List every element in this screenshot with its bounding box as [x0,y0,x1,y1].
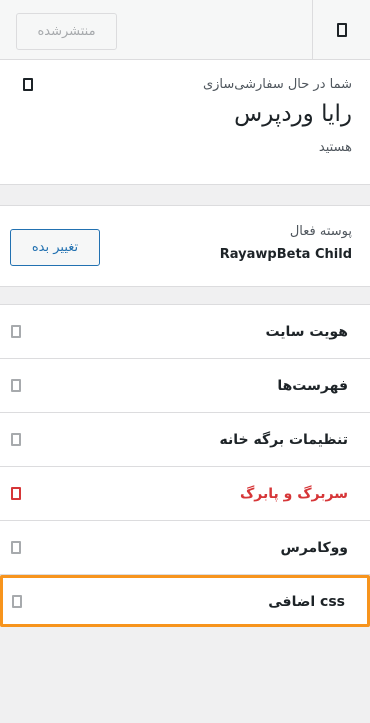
close-icon [336,22,347,37]
info-post-text: هستید [318,140,352,155]
menu-item-label: هویت سایت [265,323,348,340]
customizing-info-panel: شما در حال سفارشی‌سازی رایا وردپرس هستید [0,60,370,185]
chevron-icon [11,325,21,338]
menu-item-label: css اضافی [268,593,345,610]
menu-item-label: سربرگ و پابرگ [239,485,348,502]
menu-item-site-identity[interactable]: هویت سایت [0,305,370,359]
customizer-header: منتشرشده [0,0,370,60]
menu-item-woocommerce[interactable]: ووکامرس [0,521,370,575]
help-icon[interactable] [23,78,33,91]
active-theme-panel: پوسته فعال RayawpBeta Child تغییر بده [0,205,370,287]
chevron-icon [12,595,22,608]
menu-item-label: ووکامرس [280,539,349,556]
menu-item-menus[interactable]: فهرست‌ها [0,359,370,413]
menu-item-label: تنظیمات برگه خانه [219,431,348,448]
menu-item-header-footer[interactable]: سربرگ و پابرگ [0,467,370,521]
chevron-icon [11,541,21,554]
chevron-icon [11,487,21,500]
chevron-icon [11,379,21,392]
active-theme-label: پوسته فعال [289,224,352,239]
info-pre-text: شما در حال سفارشی‌سازی [202,77,352,92]
publish-button[interactable]: منتشرشده [16,13,117,50]
close-button[interactable] [312,0,370,59]
site-title: رایا وردپرس [234,101,352,127]
chevron-icon [11,433,21,446]
change-theme-button[interactable]: تغییر بده [10,229,100,266]
customizer-menu: هویت سایت فهرست‌ها تنظیمات برگه خانه سرب… [0,304,370,627]
active-theme-name: RayawpBeta Child [219,247,352,262]
menu-item-homepage-settings[interactable]: تنظیمات برگه خانه [0,413,370,467]
menu-item-additional-css[interactable]: css اضافی [0,575,370,627]
menu-item-label: فهرست‌ها [277,377,348,394]
